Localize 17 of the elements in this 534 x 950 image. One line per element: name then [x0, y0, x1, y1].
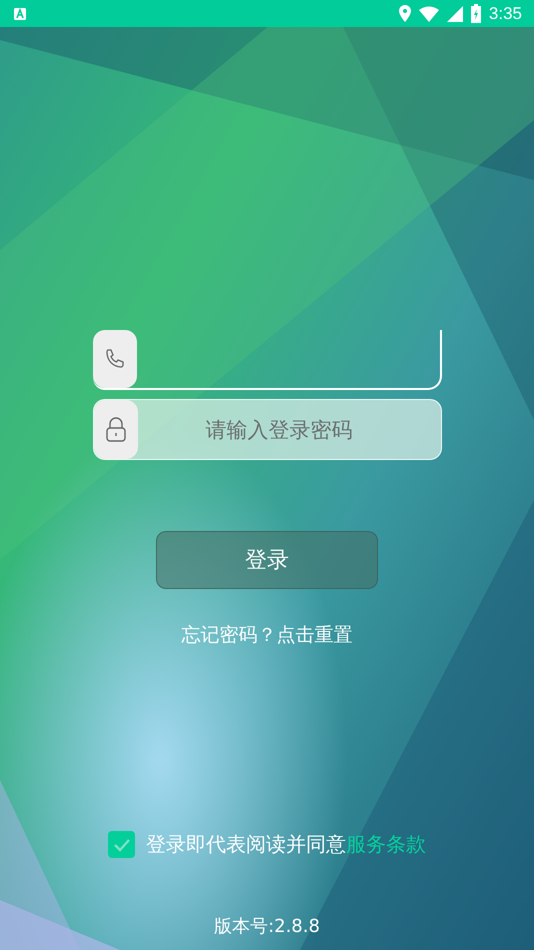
status-time: 3:35: [488, 4, 522, 24]
agreement-text: 登录即代表阅读并同意服务条款: [146, 831, 426, 858]
location-icon: [398, 5, 411, 22]
wifi-icon: [418, 6, 439, 22]
text-input[interactable]: 请输入登录密码: [138, 400, 440, 459]
version-label: 版本号:2.8.8: [214, 915, 320, 938]
app-icon: [14, 8, 26, 20]
lock-icon: [104, 416, 126, 442]
checkbox[interactable]: [108, 831, 135, 858]
password-field[interactable]: 请输入登录密码: [92, 399, 442, 460]
terms-link[interactable]: 服务条款: [346, 832, 426, 856]
check-icon: [112, 838, 130, 852]
battery-icon: [470, 4, 481, 23]
forgot-password-link[interactable]: 忘记密码？点击重置: [182, 622, 352, 648]
phone-field[interactable]: [92, 330, 442, 390]
login-button[interactable]: 登录: [156, 531, 378, 589]
signal-icon: [446, 6, 463, 22]
